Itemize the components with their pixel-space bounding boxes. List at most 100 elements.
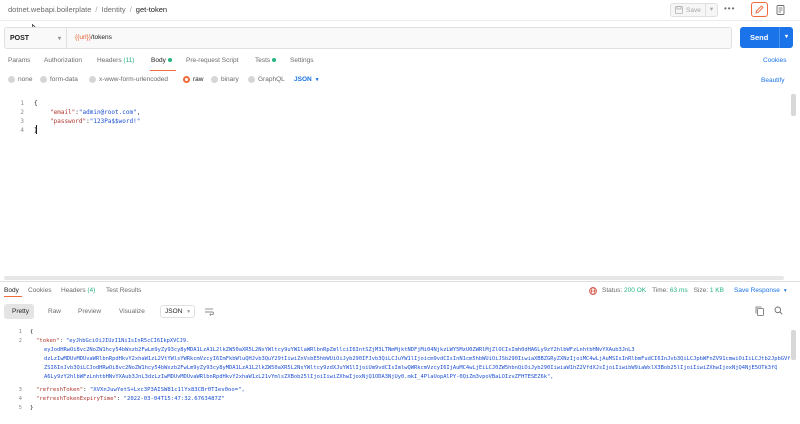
radio-circle [211,76,218,83]
json-key: "token" [36,338,60,344]
radio-circle [248,76,255,83]
response-scrollbar[interactable] [791,330,796,360]
search-icon[interactable] [774,306,783,315]
tab-headers[interactable]: Headers (11) [97,57,134,64]
beautify-link[interactable]: Beautify [761,77,785,84]
radio-none[interactable]: none [8,76,32,83]
breadcrumb-request[interactable]: get-token [136,5,167,14]
tab-authorization[interactable]: Authorization [44,57,82,64]
view-pretty-label[interactable]: Pretty [12,308,29,315]
tab-headers-count: (11) [123,57,135,64]
editor-horizontal-scrollbar[interactable] [4,276,784,280]
document-icon [776,4,785,15]
send-label: Send [750,33,769,42]
documentation-button[interactable] [772,2,789,17]
json-string: "123Pa$$word!" [89,118,141,125]
json-key: "refreshTokenExpiryTime" [36,396,117,402]
time-label: Time: [652,287,669,294]
line-number: 4 [20,127,24,134]
size-label: Size: [693,287,709,294]
tab-tests[interactable]: Tests [255,57,277,64]
response-line: "refreshTokenExpiryTime": "2022-03-04T15… [36,396,225,402]
chevron-down-icon[interactable]: ▾ [779,27,793,48]
response-line: "token": [36,338,67,344]
url-path: /tokens [90,34,112,41]
view-preview-button[interactable]: Preview [78,308,101,315]
json-string: "admin@root.com" [78,109,137,116]
request-url-bar: POST ▾ {{url}}/tokens [4,27,732,49]
breadcrumb: dotnet.webapi.boilerplate / Identity / g… [8,5,167,14]
radio-binary[interactable]: binary [211,76,239,83]
body-format-label: JSON [294,76,312,83]
size-value[interactable]: 1 KB [710,287,724,294]
response-line: "refreshToken": "XVXnJuwYetS+Lxc3P3AISW8… [36,387,245,393]
response-format-select[interactable]: JSON ▾ [160,305,195,318]
response-tab-test-results[interactable]: Test Results [106,287,141,294]
tab-headers-label: Headers [97,57,122,64]
status-label: Status: [602,287,623,294]
radio-label: raw [193,76,204,83]
radio-raw[interactable]: raw [183,76,203,83]
tab-params[interactable]: Params [8,57,30,64]
response-tab-cookies[interactable]: Cookies [28,287,51,294]
chevron-down-icon: ▾ [315,76,319,83]
tab-body[interactable]: Body [151,57,172,64]
json-string: "XVXnJuwYetS+Lxc3P3AISW81c1lYx83CBr0TIev… [89,387,245,393]
radio-label: x-www-form-urlencoded [99,76,168,83]
json-string: "2022-03-04T15:47:32.6763487Z" [123,396,225,402]
edit-button[interactable] [751,2,768,17]
radio-graphql[interactable]: GraphQL [248,76,285,83]
json-key: "refreshToken" [36,387,84,393]
tab-settings[interactable]: Settings [290,57,314,64]
view-visualize-button[interactable]: Visualize [119,308,145,315]
time-value[interactable]: 63 ms [670,287,688,294]
response-meta: Status: 200 OK Time: 63 ms Size: 1 KB [602,287,724,294]
chevron-down-icon[interactable]: ▾ [705,4,717,16]
pane-divider[interactable] [0,281,800,282]
cookies-link[interactable]: Cookies [763,57,786,64]
json-key: "password" [50,118,87,125]
line-number: 4 [18,396,22,402]
radio-label: none [18,76,33,83]
tab-body-label: Body [151,57,166,64]
response-tab-body[interactable]: Body [4,287,19,294]
status-value[interactable]: 200 OK [624,287,646,294]
send-button[interactable]: Send ▾ [740,27,793,48]
save-response-label: Save Response [734,287,780,294]
save-response-button[interactable]: Save Response ▾ [734,287,787,294]
view-raw-button[interactable]: Raw [48,308,61,315]
line-number: 1 [18,329,22,335]
radio-circle [40,76,47,83]
more-options-button[interactable]: ••• [724,4,735,13]
active-tab-indicator [150,70,176,71]
editor-scrollbar[interactable] [791,94,796,116]
line-number: 5 [18,405,22,411]
copy-icon[interactable] [755,306,764,316]
response-format-label: JSON [165,308,183,315]
wrap-lines-icon[interactable] [202,305,216,318]
body-format-select[interactable]: JSON ▾ [294,76,318,83]
token-value-line: "eyJhbGciOiJIUzI1NiIsInR5cCI6IkpXVCJ9. [66,338,190,344]
line-number: 1 [20,100,24,107]
radio-label: binary [221,76,239,83]
radio-circle-selected [183,76,190,83]
tab-tests-label: Tests [255,57,271,64]
line-number: 2 [20,109,24,116]
code-line: "email":"admin@root.com", [50,109,141,116]
radio-form-data[interactable]: form-data [40,76,78,83]
url-input[interactable]: {{url}}/tokens [75,34,112,41]
pencil-icon [755,5,764,14]
breadcrumb-collection[interactable]: dotnet.webapi.boilerplate [8,5,91,14]
save-button[interactable]: Save ▾ [670,3,718,17]
breadcrumb-folder[interactable]: Identity [102,5,126,14]
method-select[interactable]: POST ▾ [5,28,67,48]
response-tab-headers[interactable]: Headers (4) [61,287,95,294]
tab-prerequest-script[interactable]: Pre-request Script [186,57,238,64]
token-value-line: dzLzIwMDUvMDUvaWRlbnRpdHkvY2xhaW1zL2VtYW… [44,356,790,362]
radio-label: form-data [50,76,78,83]
response-line: } [30,405,34,411]
radio-urlencoded[interactable]: x-www-form-urlencoded [89,76,168,83]
active-dot-icon [167,58,172,63]
text-caret [36,125,37,134]
radio-circle [8,76,15,83]
